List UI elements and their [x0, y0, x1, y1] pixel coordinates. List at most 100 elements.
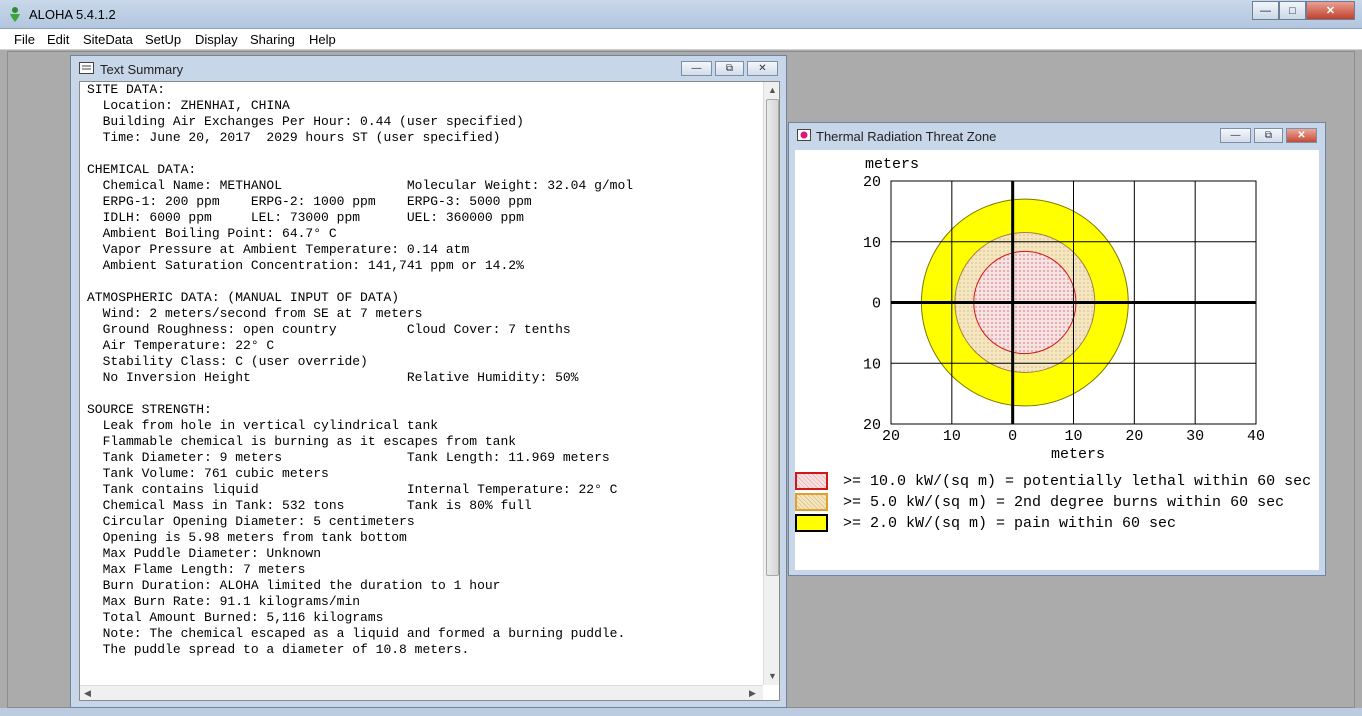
close-icon[interactable]: ✕	[1306, 1, 1355, 20]
summary-line: No Inversion Height Relative Humidity: 5…	[87, 370, 579, 385]
summary-line: Vapor Pressure at Ambient Temperature: 0…	[87, 242, 470, 257]
summary-line: Tank Volume: 761 cubic meters	[87, 466, 329, 481]
text-summary-content[interactable]: SITE DATA: Location: ZHENHAI, CHINA Buil…	[79, 81, 780, 701]
y-tick-label: 20	[863, 174, 881, 191]
menu-bar: File Edit SiteData SetUp Display Sharing…	[0, 29, 1362, 50]
threat-zone-legend: >= 10.0 kW/(sq m) = potentially lethal w…	[795, 472, 1319, 562]
restore-icon[interactable]: ⧉	[715, 61, 744, 76]
y-tick-label: 0	[872, 296, 881, 313]
minimize-icon[interactable]: —	[1252, 1, 1279, 20]
summary-line: Wind: 2 meters/second from SE at 7 meter…	[87, 306, 423, 321]
summary-line: Max Flame Length: 7 meters	[87, 562, 306, 577]
summary-line: Burn Duration: ALOHA limited the duratio…	[87, 578, 501, 593]
summary-line: IDLH: 6000 ppm LEL: 73000 ppm UEL: 36000…	[87, 210, 524, 225]
summary-line: Ambient Boiling Point: 64.7° C	[87, 226, 337, 241]
summary-line: Chemical Mass in Tank: 532 tons Tank is …	[87, 498, 532, 513]
text-summary-title: Text Summary	[100, 62, 184, 77]
legend-swatch	[795, 472, 828, 490]
app-title: ALOHA 5.4.1.2	[29, 7, 116, 22]
menu-sitedata[interactable]: SiteData	[83, 32, 133, 47]
summary-line: Stability Class: C (user override)	[87, 354, 368, 369]
maximize-icon[interactable]: □	[1279, 1, 1306, 20]
summary-line	[87, 386, 633, 402]
summary-line: Opening is 5.98 meters from tank bottom	[87, 530, 407, 545]
text-summary-window: Text Summary — ⧉ ✕ SITE DATA: Location: …	[70, 55, 787, 708]
x-axis-label: meters	[1051, 446, 1105, 460]
summary-line: ERPG-1: 200 ppm ERPG-2: 1000 ppm ERPG-3:…	[87, 194, 532, 209]
summary-line: Time: June 20, 2017 2029 hours ST (user …	[87, 130, 501, 145]
y-axis-label: meters	[865, 156, 919, 173]
text-document-icon	[79, 62, 94, 74]
legend-swatch	[795, 493, 828, 511]
summary-line	[87, 274, 633, 290]
legend-label: >= 2.0 kW/(sq m) = pain within 60 sec	[843, 515, 1177, 532]
x-tick-label: 40	[1247, 428, 1265, 445]
summary-line: Building Air Exchanges Per Hour: 0.44 (u…	[87, 114, 524, 129]
summary-line: Total Amount Burned: 5,116 kilograms	[87, 610, 384, 625]
x-tick-label: 0	[1008, 428, 1017, 445]
summary-line: Max Burn Rate: 91.1 kilograms/min	[87, 594, 361, 609]
threat-zone-window-controls: — ⧉ ✕	[1220, 128, 1317, 143]
menu-sharing[interactable]: Sharing	[250, 32, 295, 47]
legend-item: >= 5.0 kW/(sq m) = 2nd degree burns with…	[795, 493, 1319, 513]
legend-label: >= 5.0 kW/(sq m) = 2nd degree burns with…	[843, 494, 1285, 511]
legend-swatch	[795, 514, 828, 532]
text-summary-titlebar[interactable]: Text Summary — ⧉ ✕	[71, 56, 786, 81]
close-icon[interactable]: ✕	[1286, 128, 1317, 143]
menu-edit[interactable]: Edit	[47, 32, 69, 47]
x-tick-label: 10	[1064, 428, 1082, 445]
summary-line: Tank contains liquid Internal Temperatur…	[87, 482, 618, 497]
x-tick-label: 30	[1186, 428, 1204, 445]
threat-zone-window-icon	[797, 129, 811, 141]
menu-display[interactable]: Display	[195, 32, 238, 47]
menu-setup[interactable]: SetUp	[145, 32, 181, 47]
summary-line: ATMOSPHERIC DATA: (MANUAL INPUT OF DATA)	[87, 290, 400, 305]
threat-zone-title: Thermal Radiation Threat Zone	[816, 129, 997, 144]
close-icon[interactable]: ✕	[747, 61, 778, 76]
summary-line: Tank Diameter: 9 meters Tank Length: 11.…	[87, 450, 610, 465]
scroll-up-arrow-icon[interactable]: ▲	[768, 85, 777, 95]
menu-help[interactable]: Help	[309, 32, 336, 47]
x-tick-label: 20	[1125, 428, 1143, 445]
summary-line: Air Temperature: 22° C	[87, 338, 275, 353]
y-tick-label: 20	[863, 417, 881, 434]
scroll-left-arrow-icon[interactable]: ◀	[84, 688, 91, 699]
horizontal-scrollbar[interactable]: ◀ ▶	[80, 685, 763, 700]
menu-file[interactable]: File	[14, 32, 35, 47]
vertical-scrollbar[interactable]: ▲ ▼	[763, 82, 779, 685]
summary-line: Note: The chemical escaped as a liquid a…	[87, 626, 626, 641]
threat-zone-plot-area: meters meters 20 10 0 10 20 30 40 20 10 0 10 20 >= …	[795, 150, 1319, 570]
summary-line: Ambient Saturation Concentration: 141,74…	[87, 258, 524, 273]
summary-line: Ground Roughness: open country Cloud Cov…	[87, 322, 571, 337]
y-tick-label: 10	[863, 235, 881, 252]
app-titlebar: ALOHA 5.4.1.2 — □ ✕	[0, 0, 1362, 29]
x-tick-label: 10	[943, 428, 961, 445]
threat-zone-window: Thermal Radiation Threat Zone — ⧉ ✕ mete…	[788, 122, 1326, 576]
summary-line: SITE DATA:	[87, 82, 166, 97]
legend-item: >= 2.0 kW/(sq m) = pain within 60 sec	[795, 514, 1319, 534]
summary-line: Circular Opening Diameter: 5 centimeters	[87, 514, 415, 529]
summary-line: Flammable chemical is burning as it esca…	[87, 434, 517, 449]
summary-line	[87, 146, 633, 162]
aloha-logo-icon	[10, 7, 20, 22]
summary-line: CHEMICAL DATA:	[87, 162, 197, 177]
scroll-down-arrow-icon[interactable]: ▼	[768, 671, 777, 681]
y-tick-label: 10	[863, 356, 881, 373]
summary-line: Max Puddle Diameter: Unknown	[87, 546, 322, 561]
vertical-scroll-thumb[interactable]	[766, 99, 779, 576]
legend-item: >= 10.0 kW/(sq m) = potentially lethal w…	[795, 472, 1319, 492]
app-bottom-border	[0, 708, 1362, 716]
scroll-right-arrow-icon[interactable]: ▶	[749, 688, 756, 699]
restore-icon[interactable]: ⧉	[1254, 128, 1283, 143]
threat-zone-titlebar[interactable]: Thermal Radiation Threat Zone — ⧉ ✕	[789, 123, 1325, 148]
text-summary-window-controls: — ⧉ ✕	[681, 61, 778, 76]
minimize-icon[interactable]: —	[681, 61, 712, 76]
threat-zone-chart: meters meters 20 10 0 10 20 30 40 20 10 0 10 20	[863, 156, 1265, 460]
summary-line: Leak from hole in vertical cylindrical t…	[87, 418, 439, 433]
legend-label: >= 10.0 kW/(sq m) = potentially lethal w…	[843, 473, 1312, 490]
summary-text: SITE DATA: Location: ZHENHAI, CHINA Buil…	[87, 82, 633, 658]
summary-line: Chemical Name: METHANOL Molecular Weight…	[87, 178, 634, 193]
x-tick-label: 20	[882, 428, 900, 445]
app-window-controls: — □ ✕	[1252, 1, 1355, 20]
minimize-icon[interactable]: —	[1220, 128, 1251, 143]
